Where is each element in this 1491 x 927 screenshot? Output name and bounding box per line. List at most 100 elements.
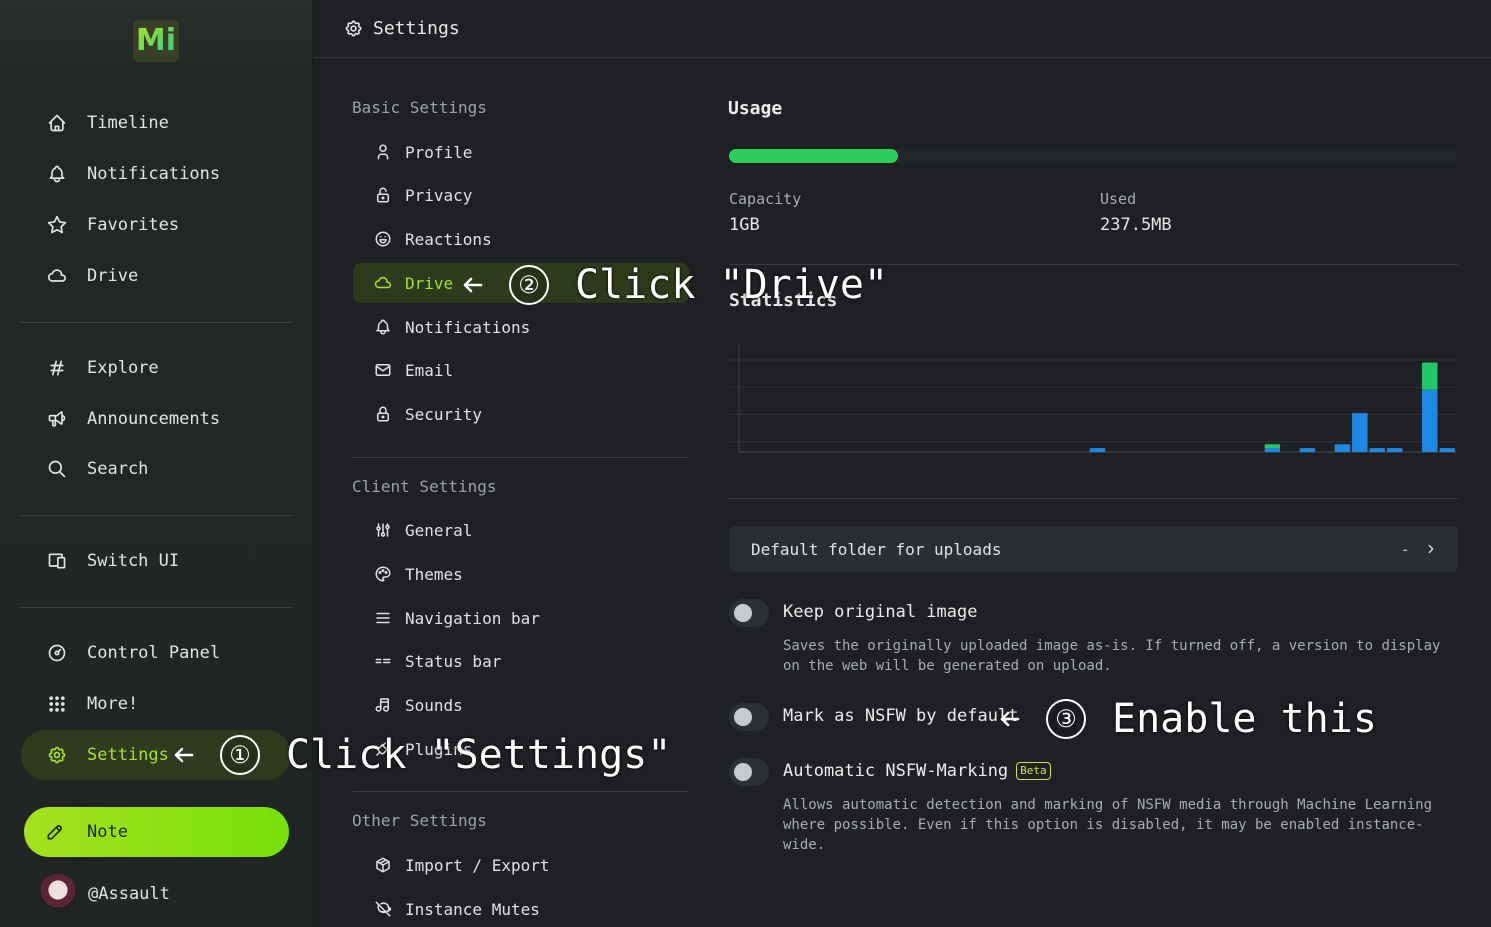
dashboard-icon bbox=[44, 640, 70, 666]
menu-item-label: Navigation bar bbox=[405, 608, 540, 628]
chart-bar bbox=[1422, 389, 1438, 452]
menu-item-label: Sounds bbox=[405, 695, 463, 715]
sidebar: Mi Timeline Notifications Favorites Driv… bbox=[0, 0, 313, 927]
statistics-chart bbox=[729, 343, 1456, 453]
menu-item-general[interactable]: General bbox=[353, 510, 689, 550]
chart-bar bbox=[1089, 448, 1106, 452]
lock-icon bbox=[373, 404, 393, 424]
nav-item-switch-ui[interactable]: Switch UI bbox=[44, 545, 179, 577]
usage-bar-fill bbox=[729, 149, 898, 163]
menu-divider bbox=[353, 457, 689, 458]
nav-item-announcements[interactable]: Announcements bbox=[44, 403, 220, 435]
nav-item-label: More! bbox=[87, 694, 139, 714]
bell-icon bbox=[373, 317, 393, 337]
menu-item-label: Instance Mutes bbox=[405, 899, 540, 919]
nav-item-drive[interactable]: Drive bbox=[44, 260, 138, 292]
nav-item-timeline[interactable]: Timeline bbox=[44, 107, 169, 139]
step-text: Click "Settings" bbox=[286, 732, 672, 778]
menu-item-navigation-bar[interactable]: Navigation bar bbox=[353, 598, 689, 638]
menu-item-privacy[interactable]: Privacy bbox=[353, 175, 689, 215]
home-icon bbox=[44, 110, 70, 136]
note-button[interactable]: Note bbox=[24, 807, 289, 857]
nav-item-notifications[interactable]: Notifications bbox=[44, 158, 220, 190]
chart-bar bbox=[1264, 448, 1281, 452]
panel-divider bbox=[729, 498, 1458, 499]
menu-item-label: Import / Export bbox=[405, 855, 550, 875]
nav-item-label: Switch UI bbox=[87, 551, 180, 571]
list-icon bbox=[373, 608, 393, 628]
step-text: Click "Drive" bbox=[575, 262, 889, 308]
chart-bar bbox=[1299, 448, 1316, 452]
nav-item-label: Favorites bbox=[87, 215, 180, 235]
menu-item-profile[interactable]: Profile bbox=[353, 132, 689, 172]
chart-bar bbox=[1422, 362, 1438, 390]
chart-bar bbox=[1264, 444, 1281, 449]
menu-item-label: Drive bbox=[405, 273, 454, 293]
app-logo[interactable]: Mi bbox=[133, 20, 179, 62]
user-icon bbox=[373, 142, 393, 162]
grid-dots-icon bbox=[44, 691, 70, 717]
nav-item-label: Settings bbox=[87, 745, 169, 765]
account-handle: @Assault bbox=[88, 884, 170, 904]
music-icon bbox=[373, 695, 393, 715]
account-button[interactable]: @Assault bbox=[38, 870, 170, 918]
bell-icon bbox=[44, 161, 70, 187]
page-title: Settings bbox=[373, 18, 460, 39]
nav-item-search[interactable]: Search bbox=[44, 453, 148, 485]
menu-item-security[interactable]: Security bbox=[353, 394, 689, 434]
planet-off-icon bbox=[373, 899, 393, 919]
nav-item-label: Explore bbox=[87, 358, 159, 378]
toggle-knob bbox=[734, 604, 752, 622]
menu-item-label: Status bar bbox=[405, 651, 502, 671]
annotation-step-2: ② Click "Drive" bbox=[461, 262, 888, 308]
menu-item-instance-mutes[interactable]: Instance Mutes bbox=[353, 889, 689, 927]
nav-item-more[interactable]: More! bbox=[44, 688, 138, 720]
nsfw-default-toggle[interactable] bbox=[729, 703, 769, 731]
auto-nsfw-toggle[interactable] bbox=[729, 758, 769, 786]
menu-item-sounds[interactable]: Sounds bbox=[353, 685, 689, 725]
beta-badge: Beta bbox=[1016, 762, 1051, 780]
page-header: Settings bbox=[313, 0, 1491, 58]
menu-item-status-bar[interactable]: Status bar bbox=[353, 641, 689, 681]
keep-original-toggle[interactable] bbox=[729, 599, 769, 627]
chevron-right-icon bbox=[1424, 542, 1438, 556]
menu-item-label: Privacy bbox=[405, 185, 473, 205]
arrow-left-icon bbox=[172, 743, 196, 767]
menu-item-label: Email bbox=[405, 360, 454, 380]
default-folder-value: - bbox=[1400, 539, 1410, 559]
default-folder-select[interactable]: Default folder for uploads - bbox=[729, 526, 1458, 572]
usage-title: Usage bbox=[728, 98, 783, 119]
menu-item-notifications[interactable]: Notifications bbox=[353, 307, 689, 347]
nav-item-favorites[interactable]: Favorites bbox=[44, 209, 179, 241]
auto-nsfw-label-row: Automatic NSFW-Marking Beta bbox=[783, 761, 1051, 781]
menu-item-themes[interactable]: Themes bbox=[353, 554, 689, 594]
hash-icon bbox=[44, 355, 70, 381]
step-number: ② bbox=[509, 265, 549, 305]
nav-item-label: Drive bbox=[87, 266, 139, 286]
star-icon bbox=[44, 212, 70, 238]
default-folder-label: Default folder for uploads bbox=[751, 539, 1002, 559]
menu-item-label: Profile bbox=[405, 142, 473, 162]
menu-item-reactions[interactable]: Reactions bbox=[353, 219, 689, 259]
chart-bar bbox=[1352, 413, 1368, 452]
nav-item-control-panel[interactable]: Control Panel bbox=[44, 637, 220, 669]
menu-item-email[interactable]: Email bbox=[353, 350, 689, 390]
usage-bar bbox=[729, 149, 1457, 163]
menu-heading-client: Client Settings bbox=[352, 477, 497, 496]
cloud-icon bbox=[373, 273, 393, 293]
nav-divider bbox=[20, 322, 293, 323]
chart-bar bbox=[1387, 448, 1403, 452]
nav-item-explore[interactable]: Explore bbox=[44, 352, 159, 384]
nav-item-label: Search bbox=[87, 459, 149, 479]
gear-icon bbox=[344, 19, 373, 38]
menu-item-label: General bbox=[405, 520, 473, 540]
menu-item-label: Security bbox=[405, 404, 483, 424]
mood-happy-icon bbox=[373, 229, 393, 249]
menu-item-import-export[interactable]: Import / Export bbox=[353, 845, 689, 885]
capacity-label: Capacity bbox=[729, 190, 802, 208]
nsfw-default-label: Mark as NSFW by default bbox=[783, 706, 1019, 726]
nav-divider bbox=[20, 607, 293, 608]
auto-nsfw-description: Allows automatic detection and marking o… bbox=[783, 797, 1433, 853]
devices-icon bbox=[44, 548, 70, 574]
menu-heading-basic: Basic Settings bbox=[352, 98, 487, 117]
